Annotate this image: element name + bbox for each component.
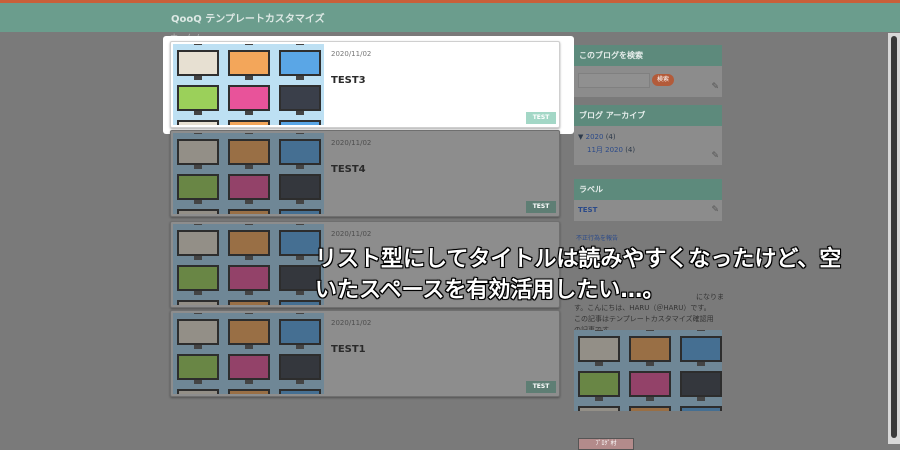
archive-year-link[interactable]: 2020 bbox=[586, 133, 604, 141]
archive-widget: ブログ アーカイブ ▼ 2020 (4) 11月 2020 (4) ✎ bbox=[574, 105, 722, 165]
archive-month-count: (4) bbox=[625, 146, 636, 154]
post-tag[interactable]: TEST bbox=[526, 112, 556, 124]
site-header: QooQ テンプレートカスタマイズ bbox=[0, 3, 900, 32]
archive-year-count: (4) bbox=[605, 133, 616, 141]
report-abuse-link[interactable]: 不正行為を報告 bbox=[576, 233, 618, 242]
post-thumbnail[interactable] bbox=[173, 44, 324, 125]
archive-month[interactable]: 11月 2020 (4) bbox=[587, 145, 635, 155]
post-date: 2020/11/02 bbox=[331, 139, 372, 147]
post-tag[interactable]: TEST bbox=[526, 381, 556, 393]
archive-month-link[interactable]: 11月 2020 bbox=[587, 146, 623, 154]
archive-year[interactable]: ▼ 2020 (4) bbox=[578, 133, 616, 141]
post-card-test4[interactable]: 2020/11/02 TEST4 TEST bbox=[170, 130, 560, 217]
post-card-test3[interactable]: 2020/11/02 TEST3 TEST bbox=[170, 41, 560, 128]
collapse-triangle-icon[interactable]: ▼ bbox=[578, 133, 583, 141]
post-title[interactable]: TEST1 bbox=[331, 344, 366, 355]
search-widget: このブログを検索 検索 ✎ bbox=[574, 45, 722, 97]
labels-widget-title: ラベル bbox=[574, 179, 722, 200]
labels-widget: ラベル TEST ✎ bbox=[574, 179, 722, 221]
site-title[interactable]: QooQ テンプレートカスタマイズ bbox=[171, 10, 325, 25]
edit-pencil-icon[interactable]: ✎ bbox=[711, 151, 719, 161]
caption-line-2: いたスペースを有効活用したい…。 bbox=[314, 277, 665, 304]
post-thumbnail[interactable] bbox=[173, 133, 324, 214]
post-thumbnail[interactable] bbox=[173, 224, 324, 305]
overlay-caption: リスト型にしてタイトルは読みやすくなったけど、空 いたスペースを有効活用したい…… bbox=[314, 244, 842, 306]
post-thumbnail[interactable] bbox=[173, 313, 324, 394]
archive-widget-title: ブログ アーカイブ bbox=[574, 105, 722, 126]
post-tag[interactable]: TEST bbox=[526, 201, 556, 213]
blog-village-badge[interactable]: ﾌﾞﾛｸﾞ村 bbox=[578, 438, 634, 450]
label-link[interactable]: TEST bbox=[578, 206, 597, 214]
profile-line: この記事はテンプレートカスタマイズ確認用 bbox=[574, 315, 714, 323]
search-button[interactable]: 検索 bbox=[652, 74, 674, 86]
post-date: 2020/11/02 bbox=[331, 319, 372, 327]
post-date: 2020/11/02 bbox=[331, 50, 372, 58]
edit-pencil-icon[interactable]: ✎ bbox=[711, 205, 719, 215]
post-title[interactable]: TEST3 bbox=[331, 75, 366, 86]
profile-image bbox=[574, 330, 722, 420]
search-widget-title: このブログを検索 bbox=[574, 45, 722, 66]
post-date: 2020/11/02 bbox=[331, 230, 372, 238]
post-card-test1[interactable]: 2020/11/02 TEST1 TEST bbox=[170, 310, 560, 397]
edit-pencil-icon[interactable]: ✎ bbox=[711, 82, 719, 92]
caption-line-1: リスト型にしてタイトルは読みやすくなったけど、空 bbox=[314, 246, 842, 273]
scrollbar-thumb[interactable] bbox=[891, 36, 897, 438]
search-input[interactable] bbox=[578, 73, 650, 88]
post-title[interactable]: TEST4 bbox=[331, 164, 366, 175]
